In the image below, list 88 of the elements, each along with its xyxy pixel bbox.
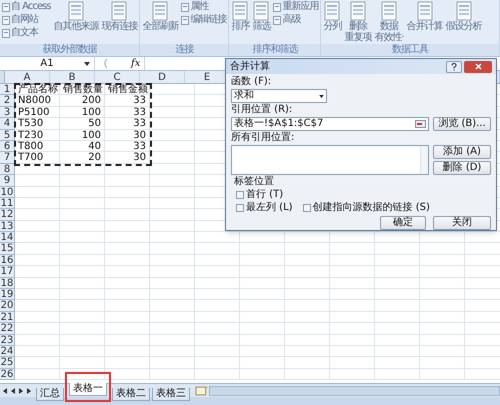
group-label: 连接: [140, 44, 228, 56]
name-box[interactable]: A1: [0, 57, 95, 70]
column-header[interactable]: D: [140, 71, 185, 83]
ribbon-button[interactable]: 自网站: [2, 14, 50, 26]
ribbon-button[interactable]: 删除 重复项: [344, 1, 372, 43]
function-select[interactable]: 求和: [231, 89, 327, 103]
checkbox-option[interactable]: 首行 (T): [236, 189, 293, 201]
table-cell: 33: [105, 95, 150, 107]
add-button[interactable]: 添加 (A): [433, 145, 491, 159]
browse-button[interactable]: 浏览 (B)...: [433, 117, 491, 131]
ribbon-button[interactable]: 数据 有效性·: [374, 1, 404, 43]
delete-button[interactable]: 删除 (D): [433, 161, 491, 175]
cancel-button[interactable]: 关闭: [433, 216, 491, 230]
row-header[interactable]: 16: [0, 254, 15, 266]
table-cell: T800: [15, 140, 60, 152]
row-header[interactable]: 15: [0, 243, 15, 255]
group-label: 排序和筛选: [229, 44, 320, 56]
all-references-label: 所有引用位置:: [231, 132, 294, 144]
row-header[interactable]: 7: [0, 152, 15, 164]
ribbon-button[interactable]: 自其他来源: [53, 1, 98, 32]
sheet-tab[interactable]: 表格二: [112, 388, 150, 400]
column-header[interactable]: C: [95, 71, 140, 83]
table-cell: T700: [15, 152, 60, 164]
table-cell: 100: [60, 130, 105, 141]
table-cell: T230: [15, 130, 60, 141]
ribbon-button[interactable]: 假设分析: [446, 1, 482, 32]
table-cell: 30: [105, 130, 150, 141]
group-label: 数据工具: [321, 44, 499, 56]
row-header[interactable]: 4: [0, 118, 15, 130]
reference-field[interactable]: 表格一!$A$1:$C$7: [231, 117, 429, 131]
checkbox-option[interactable]: 创建指向源数据的链接 (S): [302, 202, 430, 214]
row-header[interactable]: 8: [0, 164, 15, 176]
table-cell: 33: [105, 118, 150, 130]
row-header[interactable]: 10: [0, 186, 15, 198]
column-header[interactable]: B: [50, 71, 95, 83]
ribbon-button[interactable]: 高级: [273, 14, 318, 26]
ribbon-button[interactable]: 现有连接: [101, 1, 138, 32]
group-label: 标签位置: [234, 176, 274, 188]
row-header[interactable]: 1: [0, 84, 15, 96]
sheet-tab[interactable]: 表格三: [152, 388, 190, 400]
row-header[interactable]: 26: [0, 368, 15, 380]
ribbon-button[interactable]: 筛选: [252, 1, 270, 32]
sheet-tab[interactable]: 汇总: [36, 388, 64, 400]
row-header[interactable]: 11: [0, 198, 15, 210]
ribbon-button[interactable]: 合并计算: [406, 1, 443, 32]
function-label: 函数 (F):: [231, 76, 272, 88]
row-header[interactable]: 14: [0, 232, 15, 244]
ribbon-button[interactable]: 自 Access: [2, 1, 50, 13]
row-header[interactable]: 21: [0, 312, 15, 324]
sheet-tab[interactable]: 表格一: [69, 383, 108, 396]
table-cell: 20: [60, 152, 105, 164]
table-cell: P5100: [15, 106, 60, 118]
reference-label: 引用位置 (R):: [231, 104, 292, 116]
row-header[interactable]: 2: [0, 95, 15, 107]
row-header[interactable]: 20: [0, 300, 15, 312]
ribbon-button[interactable]: 自文本: [2, 27, 50, 39]
row-header[interactable]: 24: [0, 346, 15, 358]
ok-button[interactable]: 确定: [380, 216, 426, 230]
table-cell: N8000: [15, 95, 60, 107]
table-cell: 40: [60, 140, 105, 152]
row-header[interactable]: 18: [0, 278, 15, 290]
ribbon-button[interactable]: 属性: [181, 1, 226, 13]
checkbox-option[interactable]: 最左列 (L): [236, 202, 293, 214]
dialog-title: 合并计算: [230, 60, 271, 72]
table-cell: 30: [105, 152, 150, 164]
ribbon-button[interactable]: 排序: [231, 1, 250, 32]
row-header[interactable]: 17: [0, 266, 15, 278]
row-header[interactable]: 22: [0, 323, 15, 335]
column-header[interactable]: A: [5, 71, 50, 83]
row-header[interactable]: 13: [0, 220, 15, 232]
ribbon-button[interactable]: 分列: [323, 1, 342, 32]
ribbon-button[interactable]: 全部刷新: [142, 1, 178, 32]
table-cell: 33: [105, 106, 150, 118]
row-header[interactable]: 9: [0, 175, 15, 187]
ribbon-button[interactable]: 重新应用: [273, 1, 318, 13]
row-header[interactable]: 19: [0, 289, 15, 300]
table-cell: T530: [15, 118, 60, 130]
row-header[interactable]: 12: [0, 209, 15, 221]
group-label: 获取外部数据: [0, 44, 140, 56]
table-cell: 100: [60, 106, 105, 118]
table-cell: 50: [60, 118, 105, 130]
function-icon[interactable]: fx: [131, 58, 140, 70]
row-header[interactable]: 25: [0, 357, 15, 369]
table-cell: 200: [60, 95, 105, 107]
table-cell: 33: [105, 140, 150, 152]
table-cell: 产品名称: [15, 84, 60, 96]
row-header[interactable]: 23: [0, 334, 15, 346]
ribbon-button[interactable]: 编辑链接: [181, 14, 226, 26]
